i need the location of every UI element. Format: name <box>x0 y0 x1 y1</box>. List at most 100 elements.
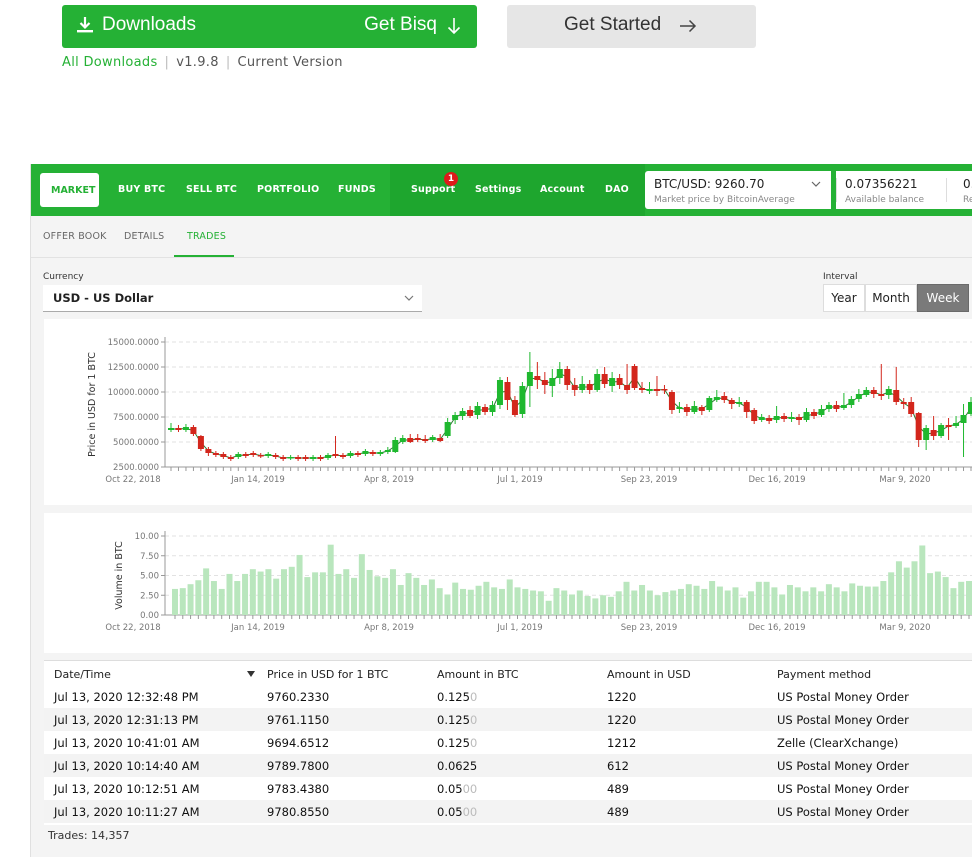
current-version-label: Current Version <box>237 55 343 70</box>
candle-body <box>257 455 264 457</box>
nav-sell-btc[interactable]: SELL BTC <box>186 184 237 195</box>
volume-bar <box>335 573 342 615</box>
candle-body <box>369 452 376 454</box>
volume-bar <box>553 588 560 615</box>
candle-body <box>743 402 750 412</box>
cell-amount-usd: 1220 <box>607 690 637 704</box>
volume-bar <box>358 554 365 615</box>
volume-bar <box>452 582 459 615</box>
market-price-value: BTC/USD: 9260.70 <box>654 177 765 191</box>
candle-body <box>751 410 758 421</box>
candle-body <box>392 440 399 452</box>
nav-portfolio[interactable]: PORTFOLIO <box>257 184 319 195</box>
volume-bar <box>280 569 287 615</box>
currency-select[interactable]: USD - US Dollar <box>43 285 422 312</box>
volume-bar <box>864 586 871 615</box>
table-row[interactable]: Jul 13, 2020 10:11:27 AM 9780.8550 0.0500 4… <box>44 800 972 823</box>
cell-amount-usd: 489 <box>607 805 629 819</box>
candle-body <box>953 423 960 426</box>
y-axis-title: Price in USD for 1 BTC <box>87 352 98 457</box>
y-tick-label: 2500.0000 <box>113 463 159 473</box>
candle-body <box>908 402 915 414</box>
candle-body <box>773 416 780 420</box>
volume-bar <box>530 590 537 615</box>
candle-body <box>250 453 257 455</box>
tab-details[interactable]: DETAILS <box>124 231 164 242</box>
interval-year-button[interactable]: Year <box>823 284 865 312</box>
x-tick-label: Oct 22, 2018 <box>105 475 160 485</box>
candle-body <box>235 454 242 457</box>
tab-offer-book[interactable]: OFFER BOOK <box>43 231 107 242</box>
volume-bar <box>187 584 194 615</box>
volume-bar <box>639 584 646 615</box>
cell-amount-usd: 1212 <box>607 736 637 750</box>
x-tick-label: Apr 8, 2019 <box>364 475 414 485</box>
nav-dao[interactable]: DAO <box>605 184 629 195</box>
column-header-amount-usd[interactable]: Amount in USD <box>607 668 691 681</box>
market-price-selector[interactable]: BTC/USD: 9260.70 Market price by Bitcoin… <box>645 171 831 209</box>
nav-settings[interactable]: Settings <box>475 184 521 195</box>
volume-bar <box>242 573 249 615</box>
candle-body <box>848 399 855 405</box>
cell-amount-btc-padding: 00 <box>462 805 478 819</box>
balance-divider <box>946 178 947 202</box>
candle-body <box>609 378 616 386</box>
cell-date: Jul 13, 2020 12:31:13 PM <box>54 713 199 727</box>
cell-amount-btc-main: 0.0625 <box>437 759 478 773</box>
candle-body <box>915 413 922 440</box>
volume-bar <box>732 587 739 615</box>
candle-body <box>347 453 354 456</box>
y-tick-label: 10.00 <box>135 532 159 542</box>
nav-buy-btc[interactable]: BUY BTC <box>118 184 165 195</box>
volume-bar <box>522 588 529 615</box>
interval-month-button[interactable]: Month <box>865 284 917 312</box>
table-row[interactable]: Jul 13, 2020 12:32:48 PM 9760.2330 0.1250 1… <box>44 685 972 708</box>
nav-market-button[interactable]: MARKET <box>40 173 99 207</box>
volume-bar <box>615 591 622 615</box>
candle-body <box>653 389 660 391</box>
table-row[interactable]: Jul 13, 2020 10:41:01 AM 9694.6512 0.1250 1… <box>44 731 972 754</box>
volume-bar <box>273 578 280 615</box>
volume-bar <box>312 572 319 615</box>
candle-body <box>399 438 406 442</box>
cell-payment-method: US Postal Money Order <box>777 782 909 796</box>
candle-body <box>362 451 369 454</box>
price-chart-panel: 15000.0000 12500.0000 10000.0000 7500.0000 5… <box>44 319 972 505</box>
get-started-button[interactable]: Get Started <box>507 5 756 48</box>
table-row[interactable]: Jul 13, 2020 10:14:40 AM 9789.7800 0.0625 6… <box>44 754 972 777</box>
y-tick-label: 12500.0000 <box>108 363 159 373</box>
volume-bar <box>825 584 832 615</box>
volume-bar <box>771 587 778 615</box>
volume-bar <box>203 568 210 615</box>
column-header-date[interactable]: Date/Time <box>54 668 111 681</box>
column-header-payment-method[interactable]: Payment method <box>777 668 871 681</box>
volume-bar <box>397 584 404 615</box>
nav-account[interactable]: Account <box>540 184 585 195</box>
x-tick-label: Dec 16, 2019 <box>748 475 805 485</box>
table-row[interactable]: Jul 13, 2020 10:12:51 AM 9783.4380 0.0500 4… <box>44 777 972 800</box>
volume-bar <box>389 569 396 615</box>
all-downloads-link[interactable]: All Downloads <box>62 55 158 70</box>
volume-bar <box>709 581 716 615</box>
tab-trades[interactable]: TRADES <box>187 231 226 242</box>
candle-body <box>721 396 728 400</box>
candle-body <box>489 405 496 412</box>
cell-amount-usd: 612 <box>607 759 629 773</box>
bisq-app-window: MARKET BUY BTC SELL BTC PORTFOLIO FUNDS … <box>30 164 972 857</box>
candle-body <box>519 386 526 414</box>
interval-label: Interval <box>823 272 858 282</box>
volume-bar <box>374 576 381 615</box>
candle-body <box>197 436 204 449</box>
volume-bar <box>475 585 482 615</box>
table-row[interactable]: Jul 13, 2020 12:31:13 PM 9761.1150 0.1250 1… <box>44 708 972 731</box>
downloads-button[interactable]: Downloads Get Bisq <box>62 5 477 48</box>
cell-payment-method: US Postal Money Order <box>777 690 909 704</box>
interval-week-button[interactable]: Week <box>917 284 969 312</box>
candle-body <box>242 454 249 456</box>
nav-funds[interactable]: FUNDS <box>338 184 376 195</box>
column-header-amount-btc[interactable]: Amount in BTC <box>437 668 519 681</box>
candle-body <box>713 397 720 400</box>
candle-body <box>646 389 653 391</box>
column-header-price[interactable]: Price in USD for 1 BTC <box>267 668 388 681</box>
candle-body <box>332 454 339 456</box>
